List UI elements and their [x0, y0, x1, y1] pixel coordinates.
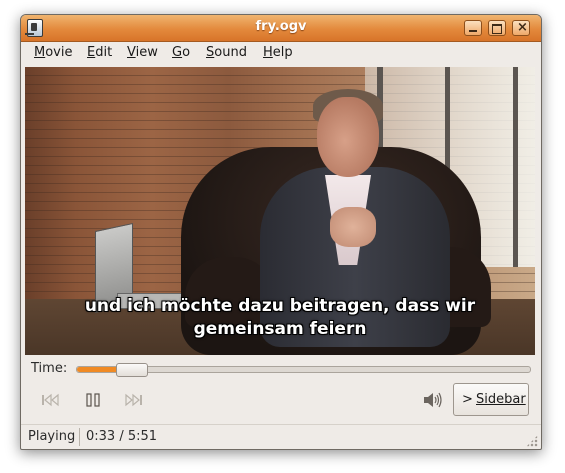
subtitle-line-1: und ich möchte dazu beitragen, dass wir — [84, 296, 476, 316]
resize-grip[interactable] — [526, 435, 538, 447]
menu-bar: Movie Edit View Go Sound Help — [21, 42, 541, 65]
menu-sound-label: ound — [214, 45, 247, 60]
video-area[interactable]: und ich möchte dazu beitragen, dass wir … — [25, 67, 535, 355]
skip-backward-icon — [42, 393, 59, 407]
video-window-frame — [513, 67, 518, 267]
menu-edit-mnemonic: E — [87, 45, 96, 60]
seek-slider-handle[interactable] — [116, 363, 148, 377]
menu-sound[interactable]: Sound — [206, 45, 247, 60]
volume-button[interactable] — [421, 389, 445, 411]
minimize-button[interactable] — [464, 20, 482, 36]
menu-help-mnemonic: H — [263, 45, 273, 60]
close-button[interactable]: × — [512, 20, 530, 36]
menu-help-label: elp — [272, 45, 293, 60]
sidebar-button-label: Sidebar — [476, 392, 526, 407]
window-title: fry.ogv — [255, 19, 307, 34]
time-label: Time: — [31, 361, 68, 376]
menu-view-mnemonic: V — [127, 45, 136, 60]
menu-go-label: o — [182, 45, 191, 60]
menu-view[interactable]: View — [127, 45, 158, 60]
menu-edit-label: dit — [95, 45, 113, 60]
menu-help[interactable]: Help — [263, 45, 293, 60]
playback-time: 0:33 / 5:51 — [86, 429, 158, 444]
status-divider — [79, 428, 80, 446]
next-chapter-button[interactable] — [119, 387, 149, 413]
chevron-right-icon: > — [462, 392, 473, 407]
menu-view-label: iew — [135, 45, 158, 60]
seek-slider[interactable] — [76, 363, 531, 377]
subtitle-line-2: gemeinsam feiern — [193, 319, 367, 339]
menu-movie[interactable]: Movie — [34, 45, 72, 60]
seek-progress-fill — [77, 367, 120, 372]
pause-icon — [86, 393, 100, 407]
video-person-hands — [330, 207, 376, 247]
title-bar[interactable]: fry.ogv × — [21, 15, 541, 42]
menu-movie-label: ovie — [45, 45, 73, 60]
maximize-button[interactable] — [488, 20, 506, 36]
playback-status: Playing — [28, 429, 76, 444]
menu-go[interactable]: Go — [172, 45, 190, 60]
status-bar: Playing 0:33 / 5:51 — [21, 424, 541, 449]
menu-edit[interactable]: Edit — [87, 45, 112, 60]
speaker-volume-icon — [424, 392, 442, 408]
menu-movie-mnemonic: M — [34, 45, 46, 60]
skip-forward-icon — [125, 393, 142, 407]
menu-go-mnemonic: G — [172, 45, 183, 60]
sidebar-toggle-button[interactable]: > Sidebar — [453, 383, 529, 416]
close-icon: × — [517, 20, 528, 35]
video-person-head — [317, 97, 379, 177]
pause-button[interactable] — [79, 387, 109, 413]
previous-chapter-button[interactable] — [35, 387, 65, 413]
media-player-window: fry.ogv × Movie Edit View Go Sound Help … — [20, 14, 542, 450]
subtitle-text: und ich möchte dazu beitragen, dass wir … — [25, 295, 535, 341]
